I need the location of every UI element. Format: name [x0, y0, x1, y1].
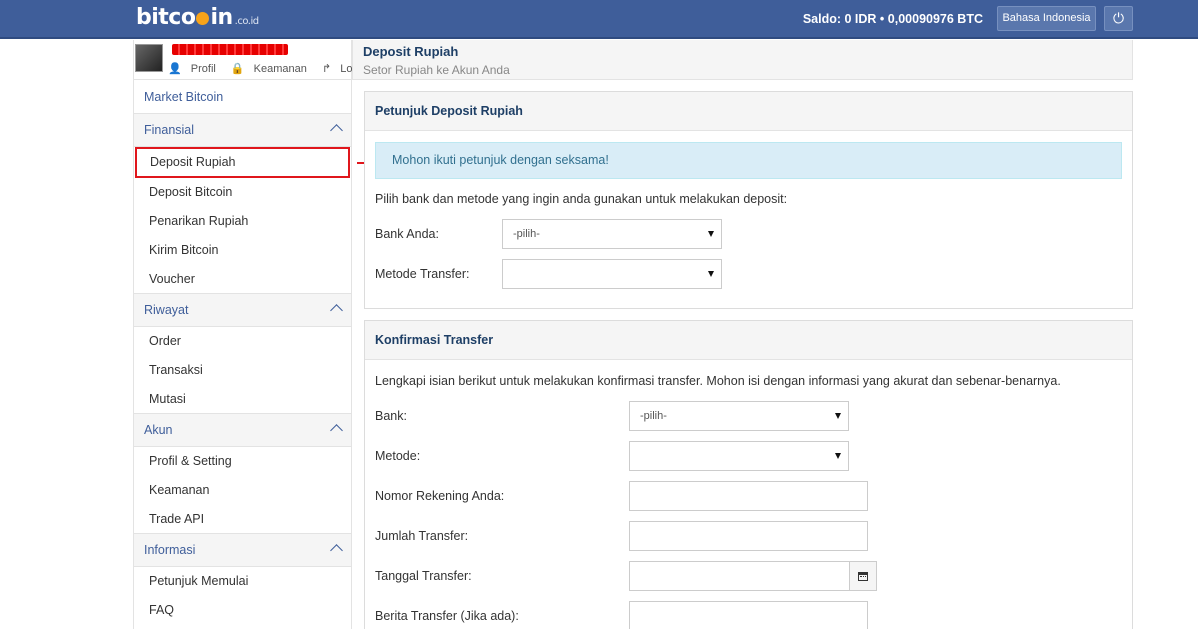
metode-select[interactable]: [629, 441, 849, 471]
profil-link[interactable]: 👤 Profil: [168, 63, 222, 75]
sidebar-item-profil-setting[interactable]: Profil & Setting: [134, 447, 351, 476]
user-icon: 👤: [168, 63, 182, 75]
sidebar-item-keamanan[interactable]: Keamanan: [134, 476, 351, 505]
section-title: Informasi: [144, 543, 196, 557]
logo-text-main: bitco: [136, 5, 196, 30]
avatar[interactable]: [135, 44, 163, 72]
section-title: Akun: [144, 423, 173, 437]
nomor-rekening-input[interactable]: [629, 481, 868, 511]
power-icon: ⏻: [1112, 10, 1125, 26]
bank-select[interactable]: -pilih-: [629, 401, 849, 431]
sidebar-item-voucher[interactable]: Voucher: [134, 265, 351, 294]
berita-transfer-input[interactable]: [629, 601, 868, 629]
sidebar-item-deposit-bitcoin[interactable]: Deposit Bitcoin: [134, 178, 351, 207]
info-alert: Mohon ikuti petunjuk dengan seksama!: [375, 142, 1122, 179]
tanggal-transfer-label: Tanggal Transfer:: [375, 569, 472, 583]
sidebar-item-order[interactable]: Order: [134, 327, 351, 356]
balance-display: Saldo: 0 IDR • 0,00090976 BTC: [802, 12, 983, 26]
panel-title: Petunjuk Deposit Rupiah: [365, 92, 1132, 131]
section-riwayat[interactable]: Riwayat: [134, 294, 351, 327]
nomor-rekening-label: Nomor Rekening Anda:: [375, 489, 505, 503]
bank-label: Bank:: [375, 409, 407, 423]
bitcoin-logo[interactable]: bitco in .co.id: [136, 5, 259, 31]
section-akun[interactable]: Akun: [134, 414, 351, 447]
page-title: Deposit Rupiah: [363, 44, 459, 59]
section-title: Riwayat: [144, 303, 189, 317]
section-title: Finansial: [144, 123, 195, 137]
date-picker-button[interactable]: [849, 561, 877, 591]
keamanan-link[interactable]: 🔒 Keamanan: [231, 63, 313, 75]
bank-anda-select[interactable]: -pilih-: [502, 219, 722, 249]
section-informasi[interactable]: Informasi: [134, 534, 351, 567]
bitcoin-coin-icon: [196, 12, 210, 25]
logout-power-button[interactable]: ⏻: [1104, 6, 1133, 31]
sidebar-item-trade-api[interactable]: Trade API: [134, 505, 351, 534]
top-navbar: bitco in .co.id Saldo: 0 IDR • 0,00090976 …: [0, 0, 1198, 39]
chevron-up-icon: [332, 294, 341, 327]
deposit-instruction-text: Pilih bank dan metode yang ingin anda gu…: [375, 192, 788, 206]
sidebar-item-petunjuk-memulai[interactable]: Petunjuk Memulai: [134, 567, 351, 596]
confirmation-instruction-text: Lengkapi isian berikut untuk melakukan k…: [375, 374, 1061, 388]
page-subtitle: Setor Rupiah ke Akun Anda: [363, 63, 510, 77]
chevron-up-icon: [332, 534, 341, 567]
lock-icon: 🔒: [230, 63, 245, 75]
metode-label: Metode:: [375, 449, 421, 463]
sidebar: 👤 Profil 🔒 Keamanan ↱ Logout Market Bitc…: [133, 40, 374, 629]
page-header: Deposit Rupiah Setor Rupiah ke Akun Anda: [352, 40, 1133, 80]
logo-tld: .co.id: [234, 16, 259, 27]
redacted-username: [172, 44, 288, 55]
keamanan-link-label: Keamanan: [253, 63, 307, 75]
chevron-up-icon: [332, 414, 341, 447]
deposit-instructions-panel: Petunjuk Deposit Rupiah Mohon ikuti petu…: [364, 91, 1133, 309]
sidebar-item-faq[interactable]: FAQ: [134, 596, 351, 625]
panel-title: Konfirmasi Transfer: [365, 321, 1132, 360]
sidebar-item-mutasi[interactable]: Mutasi: [134, 385, 351, 414]
metode-transfer-select[interactable]: [502, 259, 722, 289]
berita-transfer-label: Berita Transfer (Jika ada):: [375, 609, 519, 623]
tanggal-transfer-input[interactable]: [629, 561, 850, 591]
sidebar-item-deposit-rupiah[interactable]: Deposit Rupiah: [135, 147, 350, 178]
language-button[interactable]: Bahasa Indonesia: [997, 6, 1096, 31]
sidebar-item-transaksi[interactable]: Transaksi: [134, 356, 351, 385]
share-icon: ↱: [321, 63, 332, 75]
logo-text-end: in: [210, 5, 233, 30]
chevron-up-icon: [332, 114, 341, 147]
sidebar-item-kirim-bitcoin[interactable]: Kirim Bitcoin: [134, 236, 351, 265]
bank-anda-label: Bank Anda:: [375, 227, 439, 241]
calendar-icon: [858, 572, 868, 581]
user-box: 👤 Profil 🔒 Keamanan ↱ Logout: [134, 40, 374, 80]
metode-transfer-label: Metode Transfer:: [375, 267, 470, 281]
section-finansial[interactable]: Finansial: [134, 114, 351, 147]
sidebar-item-market-bitcoin[interactable]: Market Bitcoin: [134, 80, 351, 114]
sidebar-item-penarikan-rupiah[interactable]: Penarikan Rupiah: [134, 207, 351, 236]
jumlah-transfer-input[interactable]: [629, 521, 868, 551]
jumlah-transfer-label: Jumlah Transfer:: [375, 529, 469, 543]
profil-link-label: Profil: [190, 63, 216, 75]
transfer-confirmation-panel: Konfirmasi Transfer Lengkapi isian berik…: [364, 320, 1133, 629]
